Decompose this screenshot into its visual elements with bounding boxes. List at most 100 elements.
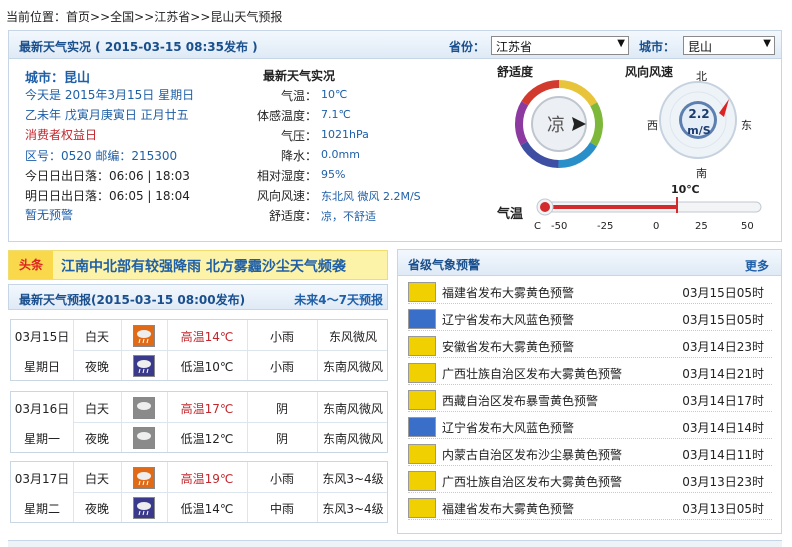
- divider: [73, 350, 387, 351]
- warning-item[interactable]: 福建省发布大雾黄色预警 03月15日05时: [408, 280, 772, 304]
- comfort-gauge-title: 舒适度: [497, 65, 534, 79]
- moderate-rain-night-icon: [133, 497, 155, 519]
- forecast-temperature: 低温14℃: [180, 502, 234, 516]
- forecast-weather: 小雨: [269, 472, 294, 486]
- breadcrumb: 当前位置：首页>>全国>>江苏省>>昆山天气预报: [6, 8, 282, 25]
- forecast-temperature: 高温14℃: [180, 330, 234, 344]
- headline-banner[interactable]: 头条 江南中北部有较强降雨 北方雾霾沙尘天气频袭: [8, 250, 388, 280]
- light-rain-night-icon: [133, 355, 155, 377]
- live-weather-title: 最新天气实况 ( 2015-03-15 08:35发布 ): [19, 40, 258, 54]
- humidity-label: 相对湿度：: [256, 169, 317, 183]
- forecast-wind: 东风3~4级: [322, 472, 384, 486]
- warning-text[interactable]: 辽宁省发布大风蓝色预警: [442, 419, 574, 436]
- breadcrumb-province-link[interactable]: 江苏省: [154, 10, 190, 24]
- warning-item[interactable]: 广西壮族自治区发布大雾黄色预警 03月13日23时: [408, 469, 772, 493]
- warning-text[interactable]: 广西壮族自治区发布大雾黄色预警: [442, 365, 622, 382]
- precipitation-value: 0.0mm: [321, 148, 360, 161]
- thermometer-value: 10℃: [671, 183, 700, 196]
- forecast-period: 夜晚: [84, 360, 109, 374]
- overcast-icon: [133, 397, 155, 419]
- thermometer-tick: 25: [695, 221, 708, 232]
- warning-item[interactable]: 辽宁省发布大风蓝色预警 03月14日14时: [408, 415, 772, 439]
- snow-yellow-icon: [408, 390, 436, 410]
- compass-west: 西: [647, 119, 658, 132]
- warning-text[interactable]: 福建省发布大雾黄色预警: [442, 284, 574, 301]
- province-select[interactable]: 江苏省 ▼: [491, 36, 629, 55]
- city-select-value: 昆山: [688, 40, 713, 54]
- warning-text[interactable]: 广西壮族自治区发布大雾黄色预警: [442, 473, 622, 490]
- warning-time: 03月15日05时: [682, 313, 764, 327]
- fog-yellow-icon: [408, 363, 436, 383]
- province-select-value: 江苏省: [496, 40, 533, 54]
- warnings-more-link[interactable]: 更多: [745, 257, 769, 274]
- forecast-date: 03月16日: [14, 402, 70, 416]
- warning-item[interactable]: 广西壮族自治区发布大雾黄色预警 03月14日21时: [408, 361, 772, 385]
- warning-item[interactable]: 安徽省发布大雾黄色预警 03月14日23时: [408, 334, 772, 358]
- warning-item[interactable]: 内蒙古自治区发布沙尘暴黄色预警 03月14日11时: [408, 442, 772, 466]
- forecast-weather: 中雨: [269, 502, 294, 516]
- forecast-temperature: 低温10℃: [180, 360, 234, 374]
- sandstorm-yellow-icon: [408, 444, 436, 464]
- province-label: 省份：: [449, 40, 486, 54]
- warning-item[interactable]: 福建省发布大雾黄色预警 03月13日05时: [408, 496, 772, 520]
- warning-time: 03月14日17时: [682, 394, 764, 408]
- headline-tag: 头条: [9, 251, 53, 279]
- light-rain-day-icon: [133, 325, 155, 347]
- live-weather-header: 最新天气实况 ( 2015-03-15 08:35发布 ) 省份： 江苏省 ▼ 城…: [9, 31, 781, 59]
- warning-item[interactable]: 西藏自治区发布暴雪黄色预警 03月14日17时: [408, 388, 772, 412]
- forecast-more-link[interactable]: 未来4～7天预报: [294, 291, 383, 308]
- breadcrumb-separator: >>: [134, 10, 155, 24]
- warning-text[interactable]: 西藏自治区发布暴雪黄色预警: [442, 392, 598, 409]
- province-warnings-panel: 省级气象预警 更多 福建省发布大雾黄色预警 03月15日05时 辽宁省发布大风蓝色预…: [397, 249, 782, 534]
- forecast-title: 最新天气预报(2015-03-15 08:00发布): [19, 293, 246, 307]
- warning-item[interactable]: 辽宁省发布大风蓝色预警 03月15日05时: [408, 307, 772, 331]
- fog-yellow-icon: [408, 471, 436, 491]
- thermometer-tick: -50: [551, 221, 568, 232]
- comfort-label: 舒适度：: [268, 209, 317, 223]
- city-select[interactable]: 昆山 ▼: [683, 36, 775, 55]
- forecast-wind: 东风3~4级: [322, 502, 384, 516]
- city-name: 城市：昆山: [25, 71, 91, 86]
- forecast-period: 白天: [84, 402, 109, 416]
- forecast-period: 白天: [84, 472, 109, 486]
- breadcrumb-separator: >>: [90, 10, 111, 24]
- chevron-down-icon: ▼: [763, 38, 771, 49]
- forecast-date: 03月15日: [14, 330, 70, 344]
- divider: [73, 492, 387, 493]
- chevron-down-icon: ▼: [617, 38, 625, 49]
- breadcrumb-country-link[interactable]: 全国: [110, 10, 134, 24]
- warning-time: 03月15日05时: [682, 286, 764, 300]
- today-sunrise-sunset: 今日日出日落：06:06 | 18:03: [25, 169, 190, 183]
- wind-blue-icon: [408, 417, 436, 437]
- warning-time: 03月13日23时: [682, 475, 764, 489]
- forecast-weekday: 星期二: [23, 502, 60, 516]
- light-rain-day-icon: [133, 467, 155, 489]
- city-label: 城市：: [639, 40, 676, 54]
- forecast-day-block: 03月15日 白天 高温14℃ 小雨 东风微风 星期日 夜晚 低温10℃ 小雨 东南风微风: [10, 319, 388, 381]
- warning-text[interactable]: 辽宁省发布大风蓝色预警: [442, 311, 574, 328]
- forecast-day-block: 03月16日 白天 高温17℃ 阴东南风微风 星期一 夜晚 低温12℃ 阴东南风微风: [10, 391, 388, 453]
- warning-text[interactable]: 内蒙古自治区发布沙尘暴黄色预警: [442, 446, 622, 463]
- warnings-header: 省级气象预警 更多: [398, 250, 781, 276]
- forecast-date: 03月17日: [14, 472, 70, 486]
- compass-east: 东: [741, 119, 752, 132]
- warning-time: 03月14日11时: [682, 448, 764, 462]
- forecast-day-block: 03月17日 白天 高温19℃ 小雨 东风3~4级 星期二 夜晚 低温14℃ 中雨 东风3~4级: [10, 461, 388, 523]
- comfort-value: 凉，不舒适: [321, 210, 376, 223]
- warning-time: 03月14日14时: [682, 421, 764, 435]
- wind-label: 风向风速：: [256, 189, 317, 203]
- forecast-weather: 阴: [275, 402, 288, 416]
- fog-yellow-icon: [408, 498, 436, 518]
- lunar-date: 乙未年 戊寅月庚寅日 正月廿五: [25, 108, 189, 122]
- fog-yellow-icon: [408, 336, 436, 356]
- temperature-label: 气温：: [280, 89, 317, 103]
- wind-blue-icon: [408, 309, 436, 329]
- breadcrumb-home-link[interactable]: 首页: [66, 10, 90, 24]
- humidity-value: 95%: [321, 168, 346, 181]
- headline-text[interactable]: 江南中北部有较强降雨 北方雾霾沙尘天气频袭: [61, 256, 346, 276]
- thermometer-tick: 50: [741, 221, 754, 232]
- thermometer-tick: 0: [653, 221, 660, 232]
- warning-text[interactable]: 福建省发布大雾黄色预警: [442, 500, 574, 517]
- warning-text[interactable]: 安徽省发布大雾黄色预警: [442, 338, 574, 355]
- fog-yellow-icon: [408, 282, 436, 302]
